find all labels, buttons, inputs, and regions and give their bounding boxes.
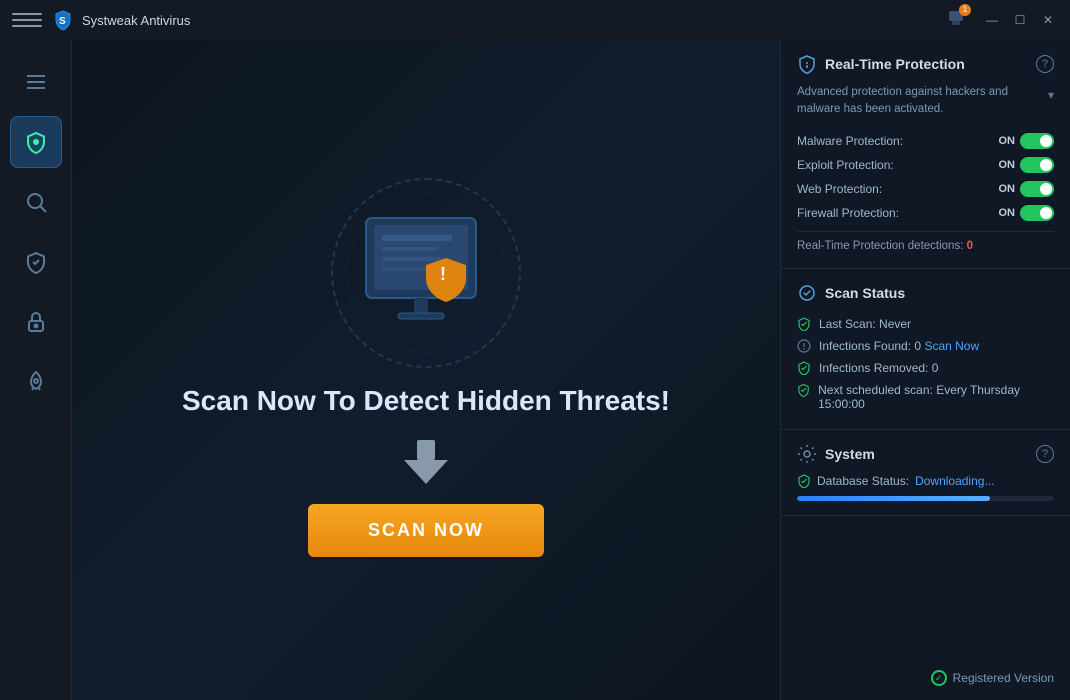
protection-row: Exploit Protection: ON [797, 153, 1054, 177]
next-scan-icon [797, 383, 810, 397]
maximize-button[interactable]: ☐ [1010, 10, 1030, 30]
main-content: ! Scan Now To Detect Hidden Threats! SCA… [72, 40, 780, 700]
infections-removed-icon [797, 361, 811, 375]
monitor-illustration: ! [326, 183, 526, 363]
system-help-button[interactable]: ? [1036, 445, 1054, 463]
app-logo: S [52, 9, 74, 31]
rtp-detections: Real-Time Protection detections: 0 [797, 231, 1054, 254]
next-scan-row: Next scheduled scan: Every Thursday 15:0… [797, 379, 1054, 415]
scan-status-section: Scan Status Last Scan: Never [781, 269, 1070, 430]
scan-status-header: Scan Status [797, 283, 1054, 303]
menu-icon[interactable] [12, 5, 42, 35]
protection-rows: Malware Protection: ON Exploit Protectio… [797, 129, 1054, 225]
notification-badge: 1 [959, 4, 971, 16]
infections-found-icon [797, 339, 811, 353]
db-status-icon [797, 474, 811, 488]
protection-label: Exploit Protection: [797, 158, 894, 172]
last-scan-icon [797, 317, 811, 331]
protection-label: Firewall Protection: [797, 206, 899, 220]
toggle-pill-icon [1020, 157, 1054, 173]
system-title-wrap: System [797, 444, 875, 464]
protection-toggle[interactable]: ON [999, 157, 1055, 173]
sidebar-item-scan[interactable] [10, 176, 62, 228]
scan-status-icon [797, 283, 817, 303]
sidebar-item-privacy[interactable] [10, 296, 62, 348]
footer: ✓ Registered Version [781, 516, 1070, 700]
protection-label: Web Protection: [797, 182, 882, 196]
rtp-chevron-icon: ▾ [1048, 86, 1054, 104]
hero-section: ! Scan Now To Detect Hidden Threats! SCA… [182, 183, 670, 556]
rtp-help-button[interactable]: ? [1036, 55, 1054, 73]
right-panel: Real-Time Protection ? Advanced protecti… [780, 40, 1070, 700]
monitor-svg: ! [346, 203, 506, 343]
titlebar: S Systweak Antivirus 1 — ☐ ✕ [0, 0, 1070, 40]
toggle-pill-icon [1020, 205, 1054, 221]
minimize-button[interactable]: — [982, 10, 1002, 30]
rtp-title: Real-Time Protection [825, 56, 965, 72]
system-gear-icon [797, 444, 817, 464]
main-layout: ! Scan Now To Detect Hidden Threats! SCA… [0, 40, 1070, 700]
db-status-value: Downloading... [915, 474, 994, 488]
scan-now-button[interactable]: SCAN NOW [308, 504, 544, 557]
sidebar-item-browsing[interactable] [10, 236, 62, 288]
shield-info-icon [797, 54, 817, 74]
arrow-indicator [404, 440, 448, 484]
database-status-row: Database Status: Downloading... [797, 474, 1054, 488]
last-scan-row: Last Scan: Never [797, 313, 1054, 335]
protection-label: Malware Protection: [797, 134, 903, 148]
hero-headline: Scan Now To Detect Hidden Threats! [182, 383, 670, 419]
protection-row: Web Protection: ON [797, 177, 1054, 201]
scan-status-title-wrap: Scan Status [797, 283, 905, 303]
protection-row: Malware Protection: ON [797, 129, 1054, 153]
rtp-description: Advanced protection against hackers and … [797, 84, 1054, 119]
sidebar-item-optimizer[interactable] [10, 356, 62, 408]
svg-text:!: ! [440, 264, 446, 284]
sidebar-item-protection[interactable] [10, 116, 62, 168]
db-progress-fill [797, 496, 990, 501]
scan-now-link[interactable]: Scan Now [924, 339, 979, 353]
app-title: Systweak Antivirus [82, 13, 946, 28]
notification-bell[interactable]: 1 [946, 8, 966, 33]
infections-removed-row: Infections Removed: 0 [797, 357, 1054, 379]
rtp-title-wrap: Real-Time Protection [797, 54, 965, 74]
system-title: System [825, 446, 875, 462]
protection-toggle[interactable]: ON [999, 205, 1055, 221]
protection-toggle[interactable]: ON [999, 133, 1055, 149]
registered-check-icon: ✓ [931, 670, 947, 686]
registered-version-badge: ✓ Registered Version [931, 670, 1054, 686]
sidebar [0, 40, 72, 700]
toggle-pill-icon [1020, 133, 1054, 149]
protection-toggle[interactable]: ON [999, 181, 1055, 197]
system-section: System ? Database Status: Downloading... [781, 430, 1070, 516]
svg-text:S: S [59, 16, 66, 27]
db-progress-bar [797, 496, 1054, 501]
system-header: System ? [797, 444, 1054, 464]
window-controls: — ☐ ✕ [982, 10, 1058, 30]
real-time-protection-section: Real-Time Protection ? Advanced protecti… [781, 40, 1070, 269]
close-button[interactable]: ✕ [1038, 10, 1058, 30]
sidebar-item-menu[interactable] [10, 56, 62, 108]
scan-status-title: Scan Status [825, 285, 905, 301]
infections-found-row: Infections Found: 0 Scan Now [797, 335, 1054, 357]
toggle-pill-icon [1020, 181, 1054, 197]
rtp-header: Real-Time Protection ? [797, 54, 1054, 74]
protection-row: Firewall Protection: ON [797, 201, 1054, 225]
